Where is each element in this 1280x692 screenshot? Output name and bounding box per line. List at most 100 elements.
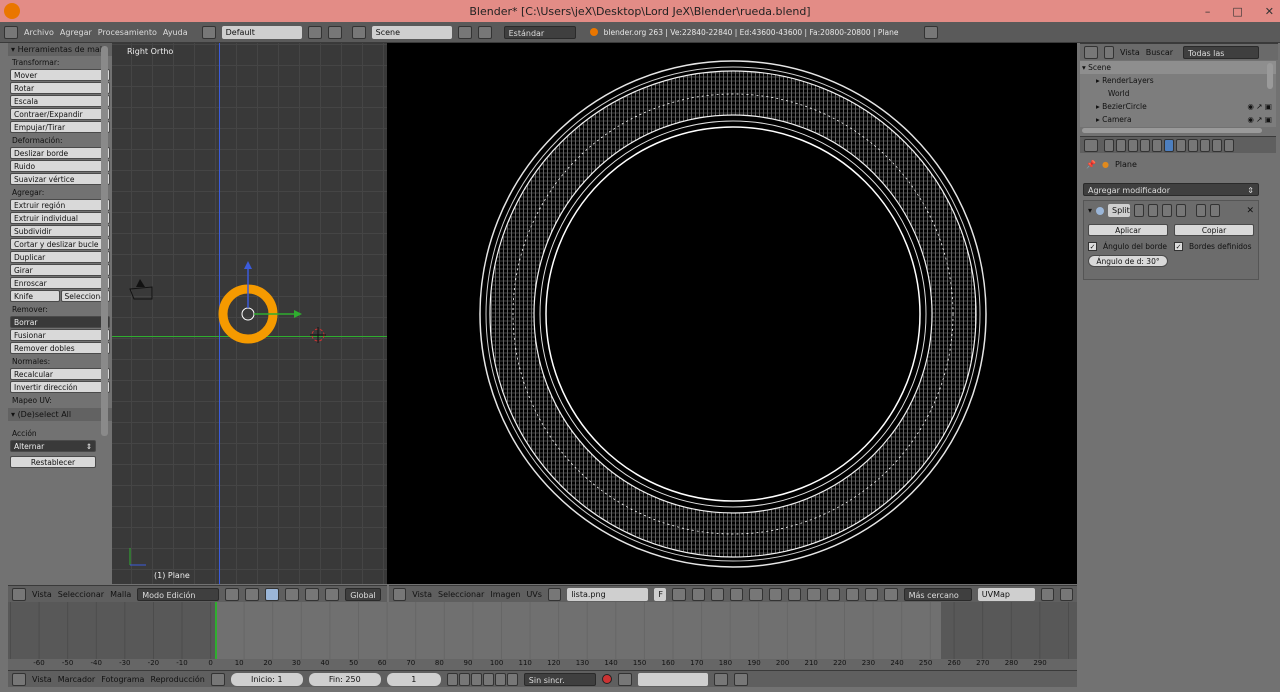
uvmap-field[interactable]: UVMap [977,587,1035,601]
sync-mode-select[interactable]: Sin sincr. [523,672,596,686]
modifier-collapse-icon[interactable]: ▾ [1088,206,1092,215]
add-screen-icon[interactable] [307,25,322,39]
play-reverse-icon[interactable] [470,672,482,686]
scene-field[interactable]: Scene [371,25,452,39]
menu-ayuda[interactable]: Ayuda [163,28,188,37]
modifier-name-field[interactable]: Split [1108,204,1131,217]
modifier-editmode-icon[interactable] [1162,204,1173,217]
add-scene-icon[interactable] [457,25,472,39]
uv-menu-seleccionar[interactable]: Seleccionar [438,590,484,599]
image-pin-icon[interactable] [710,587,725,601]
preview-range-icon[interactable] [210,672,225,686]
keying-set-field[interactable] [637,672,708,686]
modifier-render-icon[interactable] [1134,204,1145,217]
manipulator-toggle-icon[interactable] [265,587,280,601]
modifier-move-up-icon[interactable] [1196,204,1207,217]
3d-menu-seleccionar[interactable]: Seleccionar [58,590,104,599]
uv-menu-imagen[interactable]: Imagen [490,590,520,599]
empujar-tirar-button[interactable]: Empujar/Tirar [10,121,110,133]
borrar-select[interactable]: Borrar⇕ [10,316,110,328]
image-name-field[interactable]: lista.png [567,587,649,601]
delete-keyframe-icon[interactable] [733,672,748,686]
duplicar-button[interactable]: Duplicar [10,251,110,263]
properties-context-tabs[interactable] [1104,138,1234,152]
scene-tab-icon[interactable] [1116,138,1126,152]
translate-manipulator-icon[interactable] [285,587,300,601]
outliner-editor-icon[interactable] [1084,45,1098,59]
uv-edge-select-icon[interactable] [788,587,802,601]
enroscar-button[interactable]: Enroscar [10,277,110,289]
restablecer-button[interactable]: Restablecer [10,456,96,468]
uv-menu-vista[interactable]: Vista [412,590,432,599]
insert-keyframe-icon[interactable] [713,672,728,686]
outliner-scrollbar[interactable] [1267,63,1273,89]
image-browse-icon[interactable] [547,587,562,601]
jump-end-icon[interactable] [506,672,518,686]
editor-type-icon[interactable] [4,25,18,39]
deselect-all-panel-header[interactable]: ▾ (De)select All [8,408,112,421]
outliner-display-icon[interactable] [1104,45,1114,59]
girar-button[interactable]: Girar [10,264,110,276]
outliner-tree[interactable]: ▾ Scene ▸ RenderLayers World ▸ BezierCir… [1080,61,1276,127]
3d-menu-vista[interactable]: Vista [32,590,52,599]
outliner-menu-vista[interactable]: Vista [1120,48,1140,57]
extruir-individual-button[interactable]: Extruir individual [10,212,110,224]
timeline-editor-type-icon[interactable] [12,672,26,686]
particles-tab-icon[interactable] [1212,138,1222,152]
outliner-filter-select[interactable]: Todas las escenas [1183,45,1260,71]
scale-manipulator-icon[interactable] [325,587,340,601]
maximize-icon[interactable]: □ [1232,5,1242,18]
edge-angle-checkbox[interactable]: ✓ [1088,242,1097,251]
render-tab-icon[interactable] [1104,138,1114,152]
outliner-item-world[interactable]: World [1080,87,1276,100]
modifier-remove-icon[interactable]: ✕ [1246,206,1254,216]
screen-layout-icon[interactable] [201,25,216,39]
timeline-menu-vista[interactable]: Vista [32,675,52,684]
invertir-direccion-button[interactable]: Invertir dirección [10,381,110,393]
fusionar-button[interactable]: Fusionar [10,329,110,341]
image-fake-user-button[interactable]: F [654,587,667,601]
manipulator-y-arrow[interactable] [294,310,302,318]
material-tab-icon[interactable] [1188,138,1198,152]
properties-editor-icon[interactable] [1084,138,1098,152]
jump-start-icon[interactable] [446,672,458,686]
menu-archivo[interactable]: Archivo [24,28,54,37]
3d-viewport[interactable]: Right Ortho (1) Plane [112,43,387,584]
remover-dobles-button[interactable]: Remover dobles [10,342,110,354]
orientation-select[interactable]: Global [345,587,382,601]
uv-sync-select-icon[interactable] [749,587,763,601]
timeline-menu-marcador[interactable]: Marcador [58,675,95,684]
uv-vertex-select-icon[interactable] [768,587,782,601]
play-icon[interactable] [482,672,494,686]
add-modifier-select[interactable]: Agregar modificador ⇕ [1083,183,1259,196]
uv-sticky-select-icon[interactable] [845,587,860,601]
knife-button[interactable]: Knife [10,290,60,302]
constraints-tab-icon[interactable] [1152,138,1162,152]
viewport-shading-icon[interactable] [225,587,240,601]
outliner-item-renderlayers[interactable]: ▸ RenderLayers [1080,74,1276,87]
deslizar-borde-button[interactable]: Deslizar borde [10,147,110,159]
image-new-icon[interactable] [672,587,686,601]
extruir-region-button[interactable]: Extruir región [10,199,110,211]
prev-keyframe-icon[interactable] [458,672,470,686]
copy-modifier-button[interactable]: Copiar [1174,224,1254,236]
split-angle-field[interactable]: Ángulo de d: 30° [1088,255,1168,267]
pin-icon[interactable]: 📌 [1086,160,1096,169]
modifiers-tab-icon[interactable] [1164,138,1174,152]
world-tab-icon[interactable] [1128,138,1138,152]
image-unlink-icon[interactable] [691,587,705,601]
next-keyframe-icon[interactable] [494,672,506,686]
outliner-item-scene[interactable]: ▾ Scene [1080,61,1276,74]
subdividir-button[interactable]: Subdividir [10,225,110,237]
uv-face-select-icon[interactable] [807,587,821,601]
remove-screen-icon[interactable] [327,25,342,39]
3d-cursor[interactable] [310,327,326,343]
menu-procesamiento[interactable]: Procesamiento [98,28,157,37]
modifier-move-down-icon[interactable] [1210,204,1221,217]
mode-select[interactable]: Modo Edición [137,587,220,601]
3d-editor-type-icon[interactable] [12,587,26,601]
uv-menu-uvs[interactable]: UVs [526,590,542,599]
contraer-expandir-button[interactable]: Contraer/Expandir [10,108,110,120]
current-frame-field[interactable]: 1 [386,672,441,686]
accion-select[interactable]: Alternar ⇕ [10,440,96,452]
